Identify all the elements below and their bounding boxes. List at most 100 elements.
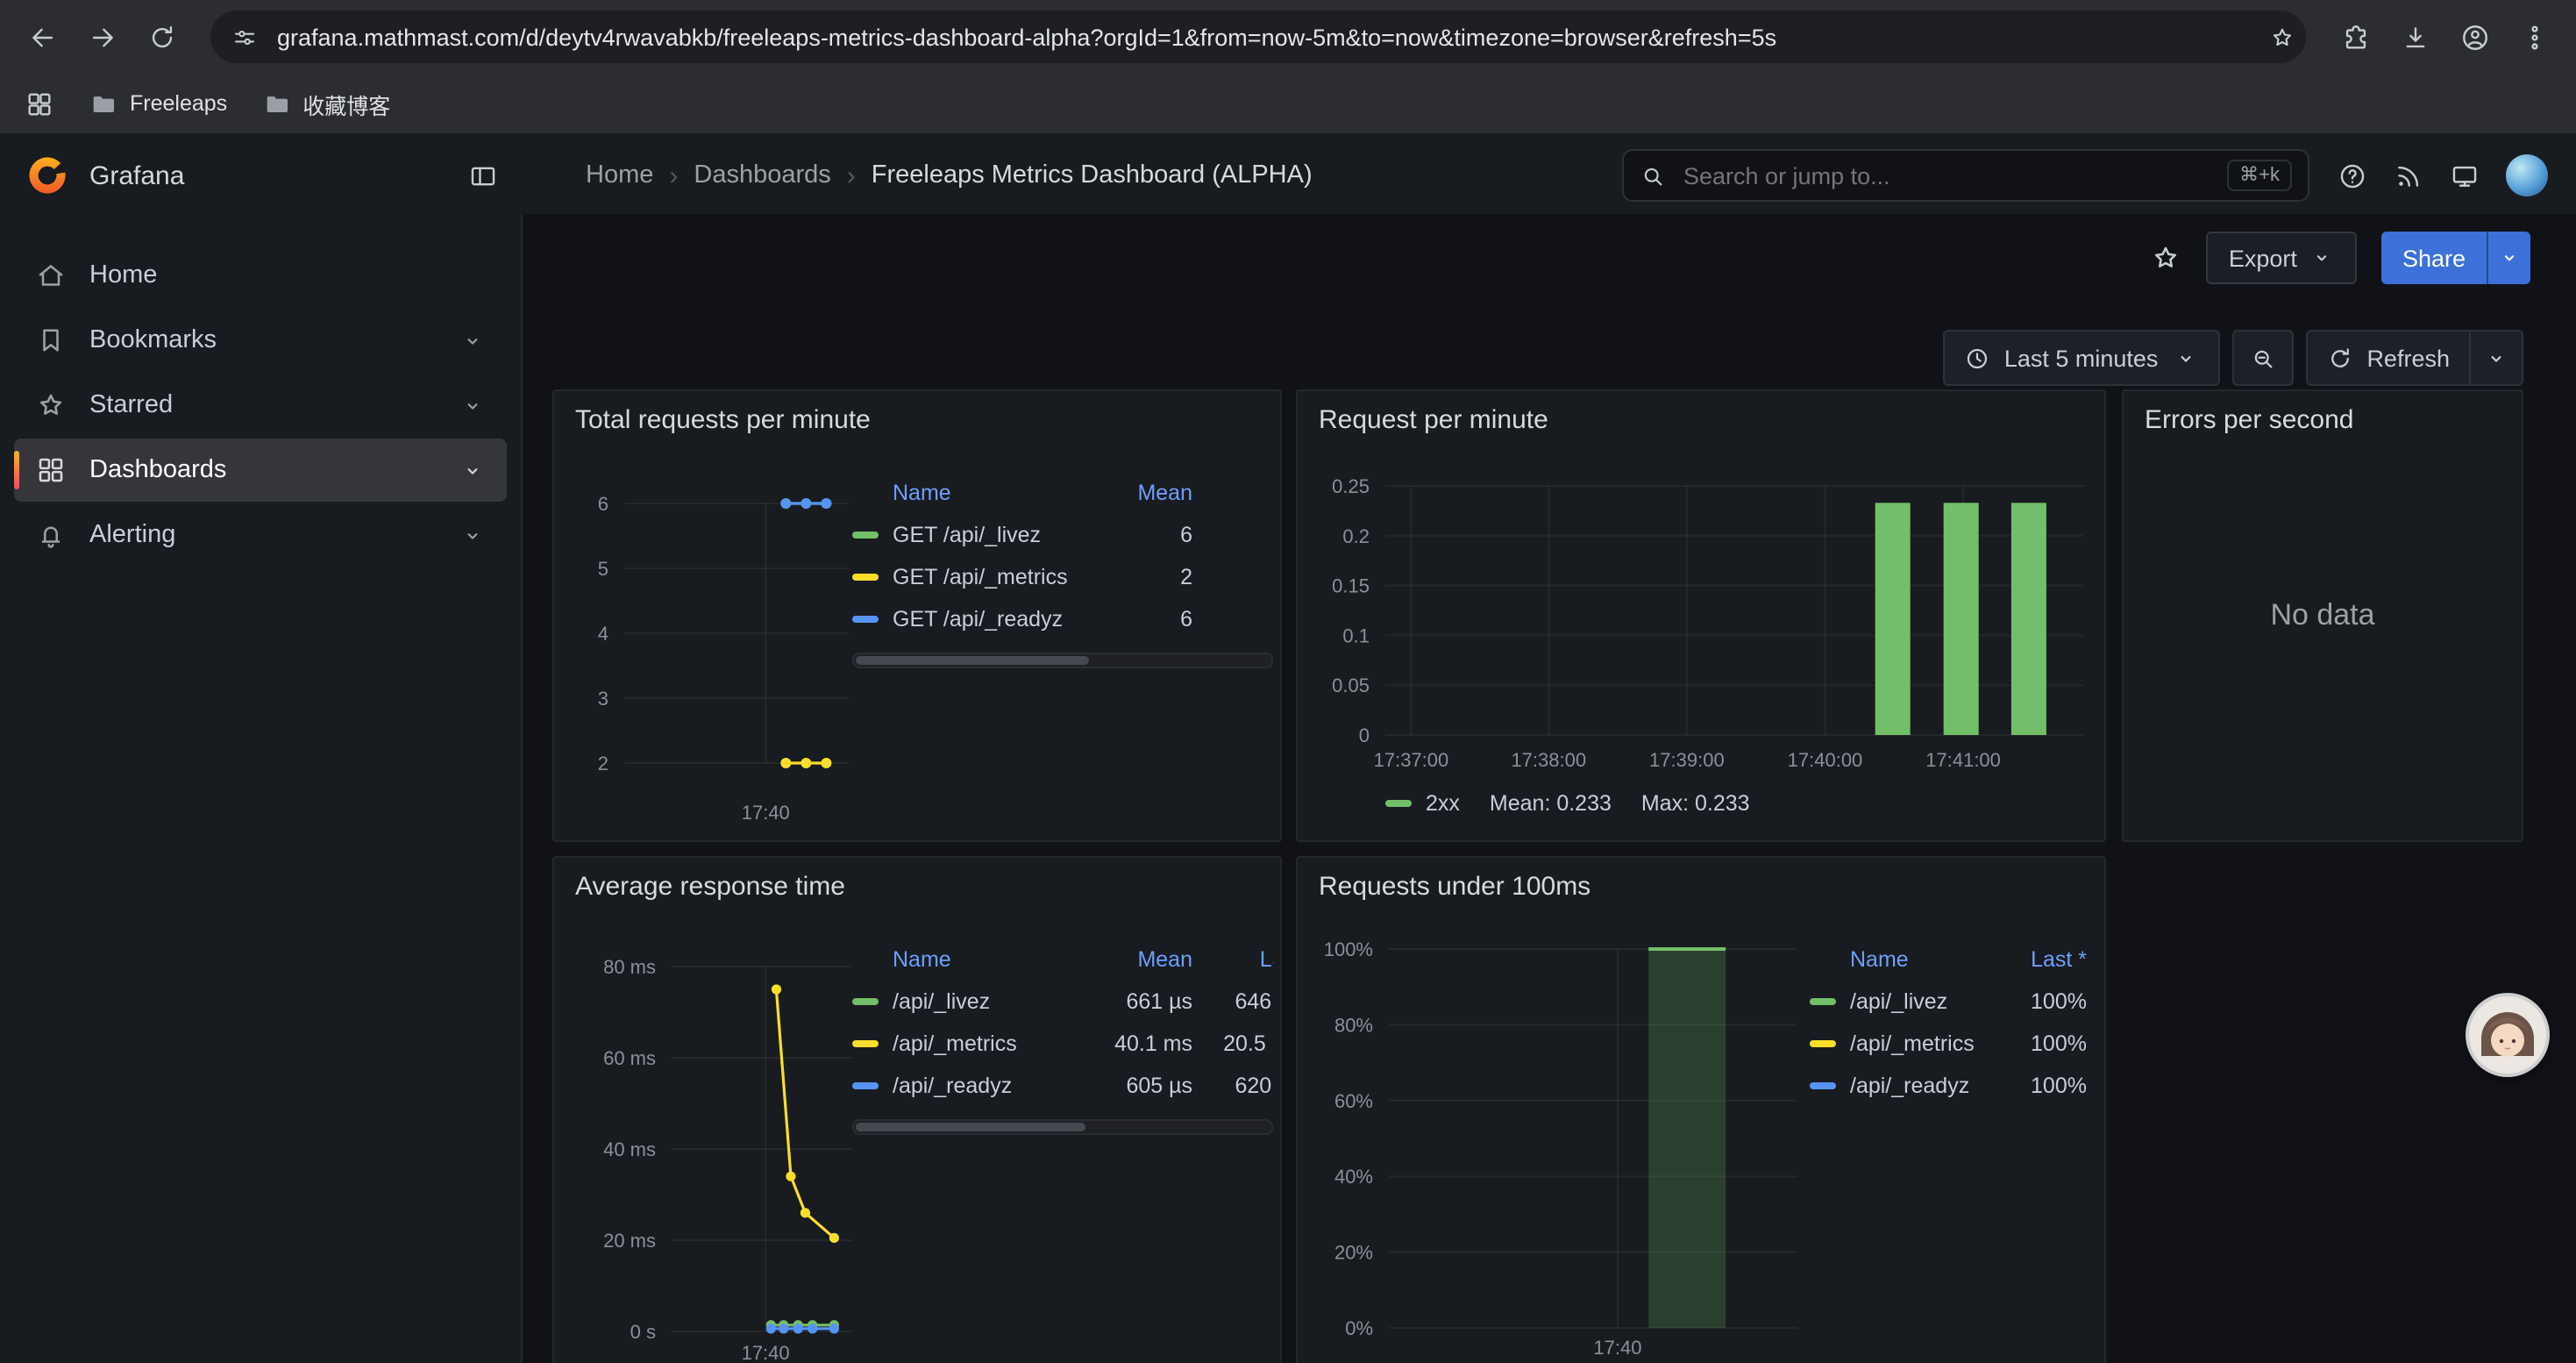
chevron-down-icon[interactable] bbox=[459, 457, 486, 483]
profile-avatar-icon[interactable] bbox=[2450, 12, 2499, 61]
sidebar-item-dashboards[interactable]: Dashboards bbox=[14, 439, 507, 502]
series-color-dash bbox=[852, 1082, 879, 1089]
panel-request-per-minute: Request per minute 0.250.20.150.10.05017… bbox=[1296, 389, 2106, 842]
share-button[interactable]: Share bbox=[2381, 232, 2487, 284]
svg-text:20 ms: 20 ms bbox=[603, 1230, 656, 1252]
legend-series-name: GET /api/_metrics bbox=[893, 565, 1068, 589]
sidebar-item-alerting[interactable]: Alerting bbox=[14, 503, 507, 567]
site-info-icon[interactable] bbox=[231, 24, 258, 50]
svg-text:17:40: 17:40 bbox=[742, 1342, 790, 1363]
news-rss-icon[interactable] bbox=[2394, 161, 2423, 190]
legend-series-name: /api/_livez bbox=[1850, 989, 1947, 1014]
svg-text:0%: 0% bbox=[1345, 1317, 1373, 1339]
breadcrumb-dashboards[interactable]: Dashboards bbox=[694, 161, 830, 189]
back-icon[interactable] bbox=[18, 12, 67, 61]
panel-title[interactable]: Total requests per minute bbox=[575, 405, 871, 435]
zoom-out-button[interactable] bbox=[2231, 330, 2293, 386]
chevron-down-icon bbox=[2497, 246, 2522, 270]
product-name[interactable]: Grafana bbox=[89, 161, 184, 190]
apps-grid-icon[interactable] bbox=[25, 89, 54, 118]
series-color-dash bbox=[852, 1040, 879, 1047]
chart-request-per-minute[interactable]: 0.250.20.150.10.05017:37:0017:38:0017:39… bbox=[1298, 391, 2104, 840]
download-icon[interactable] bbox=[2390, 12, 2439, 61]
legend-header-last[interactable]: Last bbox=[1192, 947, 1273, 972]
legend-item[interactable]: 2xx bbox=[1385, 791, 1460, 816]
sidebar-item-starred[interactable]: Starred bbox=[14, 374, 507, 437]
chevron-down-icon[interactable] bbox=[459, 392, 486, 418]
export-label: Export bbox=[2229, 245, 2297, 271]
legend-value-last: 100% bbox=[2031, 989, 2087, 1014]
bookmark-folder-blogs[interactable]: 收藏博客 bbox=[262, 87, 390, 120]
sidebar-item-home[interactable]: Home bbox=[14, 244, 507, 307]
legend-row[interactable]: GET /api/_readyz6 bbox=[852, 598, 1273, 640]
reload-icon[interactable] bbox=[137, 12, 186, 61]
legend-row[interactable]: /api/_metrics40.1 ms20.5 ms bbox=[852, 1023, 1273, 1065]
legend-stat: Mean: 0.233 bbox=[1490, 791, 1612, 816]
brand-area: Grafana bbox=[0, 153, 523, 198]
scrollbar-thumb[interactable] bbox=[856, 656, 1090, 665]
user-avatar[interactable] bbox=[2506, 154, 2548, 196]
url-text[interactable] bbox=[274, 22, 2253, 52]
chevron-down-icon[interactable] bbox=[459, 522, 486, 548]
legend-row[interactable]: /api/_metrics100% bbox=[1810, 1023, 2087, 1065]
forward-icon[interactable] bbox=[77, 12, 126, 61]
chevron-down-icon bbox=[2172, 345, 2198, 371]
series-color-dash bbox=[852, 574, 879, 581]
breadcrumb: Home › Dashboards › Freeleaps Metrics Da… bbox=[523, 161, 1313, 190]
grafana-logo-icon[interactable] bbox=[25, 153, 70, 198]
sidebar-item-label: Dashboards bbox=[89, 456, 226, 484]
share-menu-button[interactable] bbox=[2487, 232, 2530, 284]
favorite-star-icon[interactable] bbox=[2150, 242, 2181, 274]
svg-text:0.1: 0.1 bbox=[1342, 624, 1370, 646]
bookmark-icon bbox=[35, 325, 67, 356]
legend-row[interactable]: /api/_livez 100% bbox=[1810, 981, 2087, 1023]
legend-header-mean[interactable]: Mean bbox=[1070, 481, 1192, 505]
panel-title[interactable]: Average response time bbox=[575, 872, 845, 902]
refresh-button[interactable]: Refresh bbox=[2305, 330, 2471, 386]
panel-title[interactable]: Requests under 100ms bbox=[1319, 872, 1590, 902]
legend-stat: Max: 0.233 bbox=[1641, 791, 1750, 816]
legend-scrollbar[interactable] bbox=[852, 653, 1273, 668]
time-controls: Last 5 minutes Refresh bbox=[1943, 330, 2523, 386]
search-input[interactable] bbox=[1680, 161, 2213, 190]
legend-header-last[interactable]: Last * bbox=[2031, 947, 2087, 972]
legend-value-last: 20.5 ms bbox=[1192, 1031, 1273, 1056]
bookmark-star-icon[interactable] bbox=[2269, 24, 2295, 50]
bookmark-folder-freeleaps[interactable]: Freeleaps bbox=[89, 89, 227, 118]
monitor-icon[interactable] bbox=[2450, 161, 2480, 190]
legend-value-last: 646 µs bbox=[1192, 989, 1273, 1014]
legend-series-name: GET /api/_readyz bbox=[893, 607, 1063, 632]
legend-scrollbar[interactable] bbox=[852, 1119, 1273, 1135]
scrollbar-thumb[interactable] bbox=[856, 1123, 1085, 1131]
search-shortcut-badge: ⌘+k bbox=[2227, 160, 2292, 191]
chevron-down-icon[interactable] bbox=[459, 327, 486, 353]
sidebar-item-bookmarks[interactable]: Bookmarks bbox=[14, 309, 507, 372]
menu-kebab-icon[interactable] bbox=[2509, 12, 2558, 61]
extensions-icon[interactable] bbox=[2330, 12, 2380, 61]
panel-title[interactable]: Errors per second bbox=[2145, 405, 2353, 435]
svg-text:0.2: 0.2 bbox=[1342, 525, 1370, 547]
legend-row[interactable]: /api/_readyz100% bbox=[1810, 1065, 2087, 1107]
export-button[interactable]: Export bbox=[2206, 232, 2357, 284]
chart-requests-under-100ms[interactable]: 100%80%60%40%20%0%17:40 bbox=[1298, 858, 2104, 1363]
legend-row[interactable]: /api/_livez661 µs646 µs bbox=[852, 981, 1273, 1023]
breadcrumb-home[interactable]: Home bbox=[586, 161, 653, 189]
breadcrumb-separator: › bbox=[847, 161, 856, 190]
refresh-interval-button[interactable] bbox=[2471, 330, 2523, 386]
legend-header-mean[interactable]: Mean bbox=[1070, 947, 1192, 972]
legend-series: /api/_metrics bbox=[1810, 1031, 2031, 1056]
time-range-picker[interactable]: Last 5 minutes bbox=[1943, 330, 2220, 386]
legend-header-name[interactable]: Name bbox=[1810, 947, 2031, 972]
floating-avatar-widget[interactable] bbox=[2469, 996, 2546, 1074]
sidebar-item-label: Home bbox=[89, 261, 157, 289]
url-bar[interactable] bbox=[210, 11, 2306, 63]
panel-title[interactable]: Request per minute bbox=[1319, 405, 1548, 435]
help-icon[interactable] bbox=[2338, 161, 2367, 190]
legend-row[interactable]: /api/_readyz605 µs620 µs bbox=[852, 1065, 1273, 1107]
legend-row[interactable]: GET /api/_metrics2 bbox=[852, 556, 1273, 598]
legend-header-name[interactable]: Name bbox=[852, 947, 1070, 972]
legend-row[interactable]: GET /api/_livez6 bbox=[852, 514, 1273, 556]
search-box[interactable]: ⌘+k bbox=[1622, 149, 2309, 202]
legend-header-name[interactable]: Name bbox=[852, 481, 1070, 505]
dock-sidebar-icon[interactable] bbox=[468, 161, 498, 190]
